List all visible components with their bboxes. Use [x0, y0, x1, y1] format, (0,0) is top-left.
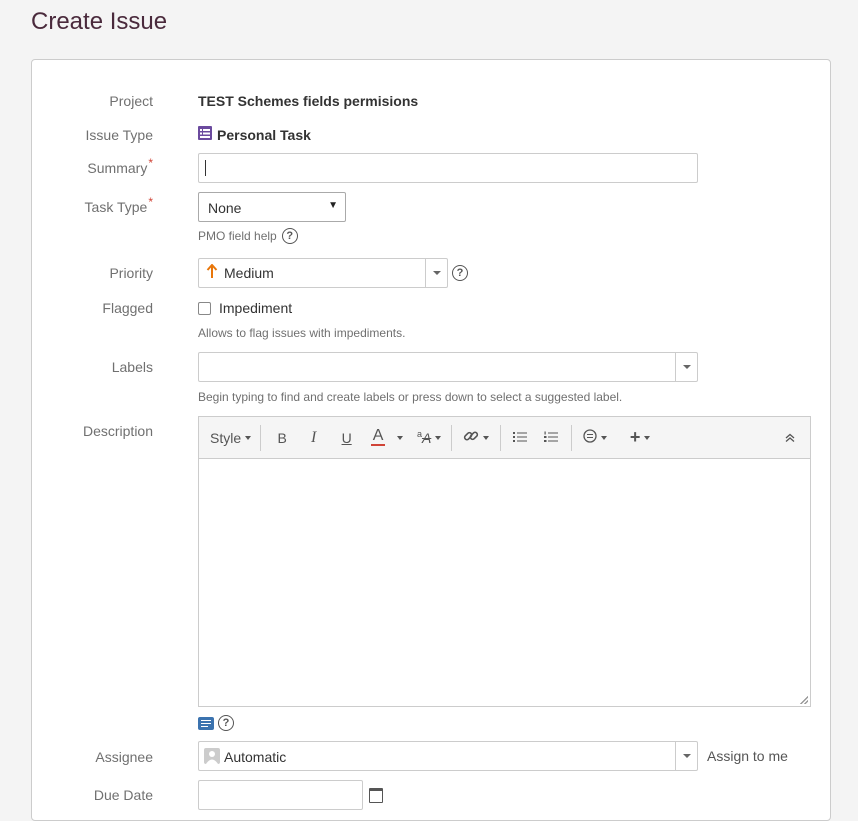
task-type-select[interactable]: None ▼ — [198, 192, 346, 222]
issue-type-value: Personal Task — [198, 123, 311, 143]
style-dropdown[interactable]: Style — [210, 423, 252, 453]
collapse-toolbar-button[interactable] — [780, 423, 800, 453]
required-marker: * — [148, 195, 153, 209]
priority-select[interactable]: Medium — [198, 258, 448, 288]
task-type-label-text: Task Type — [84, 199, 148, 215]
text-mode-icon[interactable] — [198, 716, 214, 730]
description-editor: Style B I U A a A + — [198, 416, 811, 707]
toolbar-separator — [500, 424, 502, 451]
select-arrow-icon: ▼ — [328, 200, 338, 211]
summary-label-text: Summary — [87, 160, 148, 176]
dropdown-toggle[interactable] — [425, 259, 447, 287]
impediment-checkbox[interactable] — [198, 301, 211, 315]
italic-icon: I — [310, 428, 317, 446]
labels-help-text: Begin typing to find and create labels o… — [198, 390, 623, 404]
underline-icon: U — [341, 429, 352, 446]
chevron-down-icon — [601, 435, 608, 440]
summary-label: Summary* — [13, 156, 153, 176]
task-type-label: Task Type* — [13, 195, 153, 215]
help-icon[interactable]: ? — [452, 265, 468, 281]
link-icon — [463, 428, 479, 447]
emoticon-icon — [583, 429, 597, 446]
flagged-help-text: Allows to flag issues with impediments. — [198, 326, 406, 340]
text-color-dropdown[interactable] — [393, 423, 407, 453]
numbered-list-icon — [544, 430, 559, 446]
bold-button[interactable]: B — [267, 423, 297, 453]
toolbar-separator — [571, 424, 573, 451]
summary-input[interactable] — [198, 153, 698, 183]
bullet-list-button[interactable] — [505, 423, 535, 453]
double-chevron-up-icon — [785, 430, 795, 446]
impediment-label: Impediment — [219, 300, 293, 316]
issue-type-label: Issue Type — [85, 127, 153, 143]
arrow-up-icon — [206, 263, 218, 283]
superscript-icon: a — [416, 428, 422, 439]
create-issue-form: Project TEST Schemes fields permisions I… — [31, 59, 831, 821]
personal-task-icon — [198, 126, 212, 140]
description-label: Description — [82, 423, 153, 439]
description-textarea[interactable] — [199, 459, 810, 707]
help-icon[interactable]: ? — [218, 715, 234, 731]
help-icon[interactable]: ? — [281, 228, 298, 244]
assignee-label: Assignee — [95, 749, 153, 765]
resize-handle[interactable] — [800, 696, 808, 704]
bold-icon: B — [277, 429, 287, 446]
emoticon-button[interactable] — [576, 423, 614, 453]
assignee-value: Automatic — [224, 749, 287, 765]
due-date-label: Due Date — [93, 787, 153, 803]
flagged-label: Flagged — [102, 300, 153, 316]
project-label: Project — [109, 93, 153, 109]
calendar-icon[interactable] — [369, 788, 383, 803]
insert-more-button[interactable]: + — [622, 423, 658, 453]
assignee-select[interactable]: Automatic — [198, 741, 698, 771]
chevron-down-icon — [682, 365, 691, 369]
chevron-down-icon — [432, 271, 441, 275]
numbered-list-button[interactable] — [535, 423, 567, 453]
color-bar — [371, 444, 386, 446]
labels-input[interactable] — [198, 352, 698, 382]
priority-value: Medium — [224, 265, 274, 281]
avatar-icon — [204, 748, 220, 764]
priority-label: Priority — [109, 265, 153, 281]
strikethrough-icon: A — [421, 429, 432, 446]
chevron-down-icon — [682, 754, 691, 758]
chevron-down-icon — [644, 435, 651, 440]
issue-type-text: Personal Task — [217, 127, 311, 143]
task-type-value: None — [208, 200, 242, 216]
assign-to-me-link[interactable]: Assign to me — [707, 748, 788, 764]
text-cursor — [205, 160, 206, 176]
dropdown-toggle[interactable] — [675, 742, 697, 770]
bullet-list-icon — [513, 430, 528, 446]
labels-label: Labels — [111, 359, 153, 375]
chevron-down-icon — [435, 435, 442, 440]
editor-mode-controls: ? — [198, 715, 234, 731]
text-color-button[interactable]: A — [363, 423, 393, 453]
chevron-down-icon — [397, 435, 404, 440]
chevron-down-icon — [483, 435, 490, 440]
page-title: Create Issue — [31, 8, 168, 35]
link-button[interactable] — [456, 423, 496, 453]
underline-button[interactable]: U — [330, 423, 363, 453]
toolbar-separator — [260, 424, 262, 451]
toolbar-separator — [451, 424, 453, 451]
task-type-help: PMO field help ? — [198, 228, 298, 244]
plus-icon: + — [629, 427, 641, 447]
chevron-down-icon — [245, 435, 252, 440]
project-value: TEST Schemes fields permisions — [198, 93, 419, 109]
style-label: Style — [210, 429, 242, 446]
flagged-option: Impediment — [198, 300, 292, 316]
editor-toolbar: Style B I U A a A + — [199, 417, 810, 459]
more-formatting-button[interactable]: a A — [411, 423, 447, 453]
due-date-input[interactable] — [198, 780, 363, 810]
required-marker: * — [148, 156, 153, 170]
task-type-help-text: PMO field help — [198, 229, 277, 243]
italic-button[interactable]: I — [297, 423, 330, 453]
text-color-icon: A — [372, 427, 384, 444]
dropdown-toggle[interactable] — [675, 353, 697, 381]
